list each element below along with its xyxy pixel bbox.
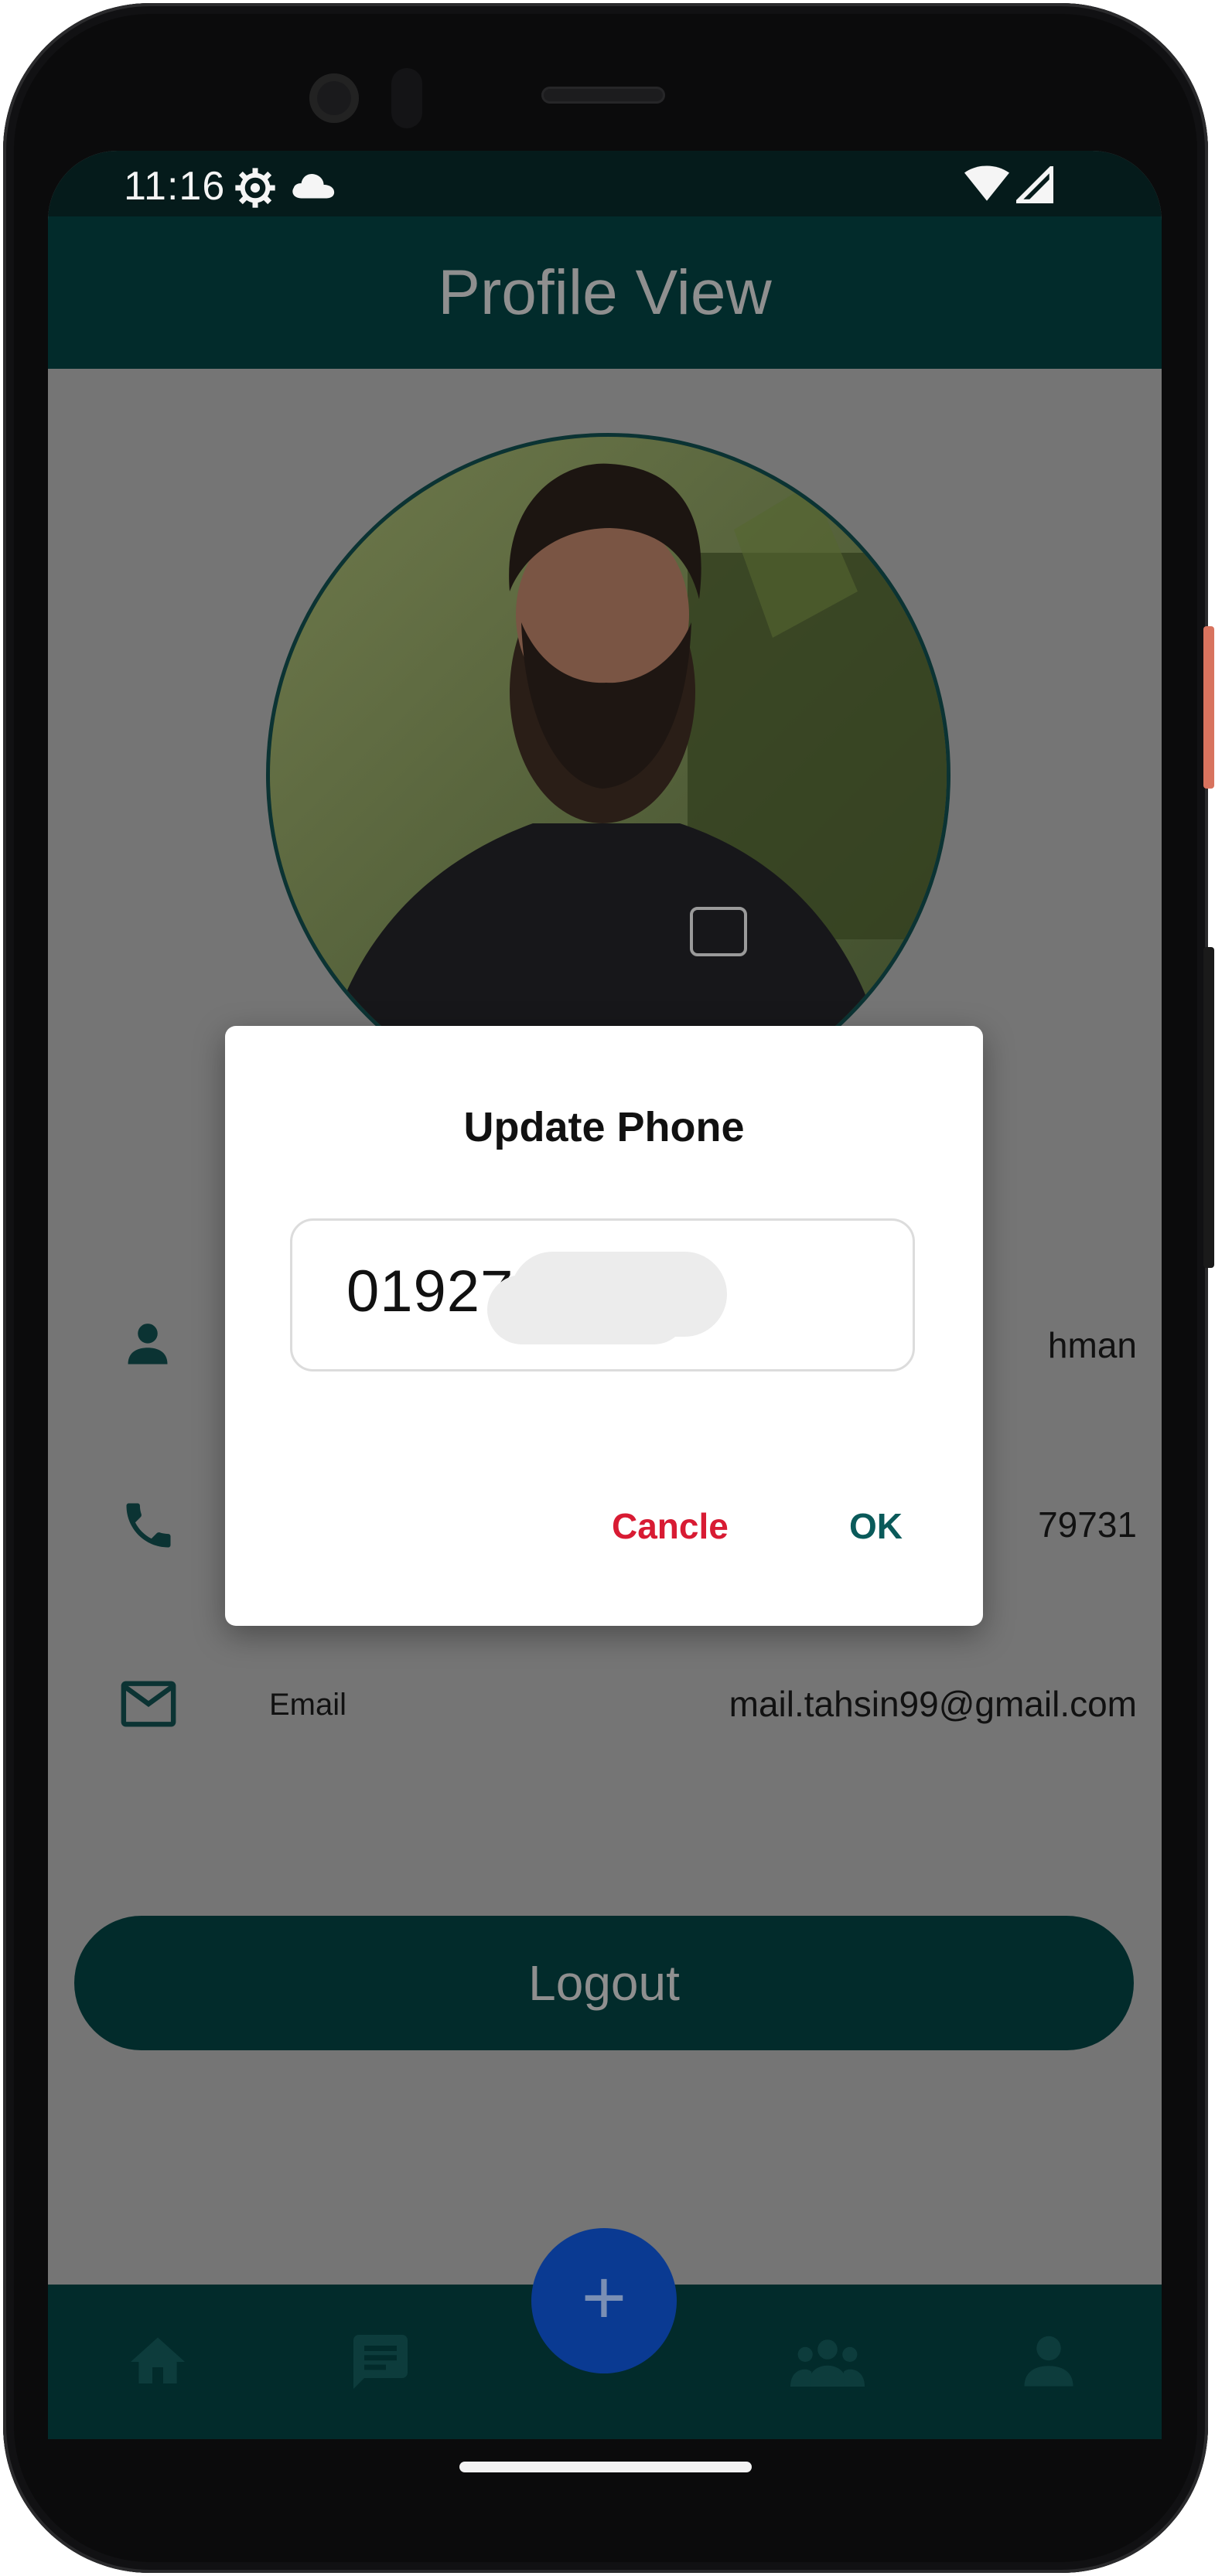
cancel-button[interactable]: Cancle: [612, 1505, 729, 1547]
power-button: [1203, 626, 1214, 789]
cell-signal-icon: [1016, 166, 1053, 203]
update-phone-dialog: Update Phone 01927 Cancle OK: [225, 1026, 983, 1626]
status-time: 11:16: [124, 164, 226, 209]
redaction-blur: [510, 1252, 727, 1337]
phone-input-value: 01927: [346, 1259, 514, 1324]
wifi-icon: [964, 165, 1009, 201]
phone-input-field[interactable]: 01927: [290, 1218, 915, 1371]
app-bar: Profile View: [48, 216, 1162, 369]
chat-icon[interactable]: [348, 2329, 413, 2394]
volume-button: [1203, 947, 1214, 1268]
proximity-sensor: [391, 68, 422, 128]
cloud-icon: [292, 173, 335, 199]
settings-gear-icon: [235, 168, 275, 208]
status-bar: 11:16: [48, 151, 1162, 216]
profile-email-value: mail.tahsin99@gmail.com: [729, 1684, 1137, 1724]
gesture-navigation-bar[interactable]: [459, 2462, 752, 2472]
account-icon[interactable]: [1016, 2329, 1081, 2394]
phone-icon: [126, 1503, 171, 1548]
group-icon[interactable]: [790, 2332, 865, 2391]
logout-button[interactable]: Logout: [74, 1916, 1134, 2050]
dialog-title: Update Phone: [463, 1104, 745, 1150]
profile-photo: [270, 437, 947, 1113]
front-camera-icon: [309, 73, 359, 123]
mail-icon: [121, 1681, 176, 1727]
earpiece-speaker: [541, 87, 665, 104]
page-title: Profile View: [438, 257, 772, 328]
profile-phone-value: 79731: [1038, 1504, 1137, 1545]
profile-avatar[interactable]: [266, 433, 950, 1117]
profile-name-value: hman: [1047, 1325, 1137, 1365]
person-icon: [128, 1324, 168, 1365]
email-label: Email: [269, 1688, 347, 1722]
add-fab-button[interactable]: +: [531, 2228, 677, 2373]
home-icon[interactable]: [125, 2329, 190, 2394]
ok-button[interactable]: OK: [849, 1505, 903, 1547]
